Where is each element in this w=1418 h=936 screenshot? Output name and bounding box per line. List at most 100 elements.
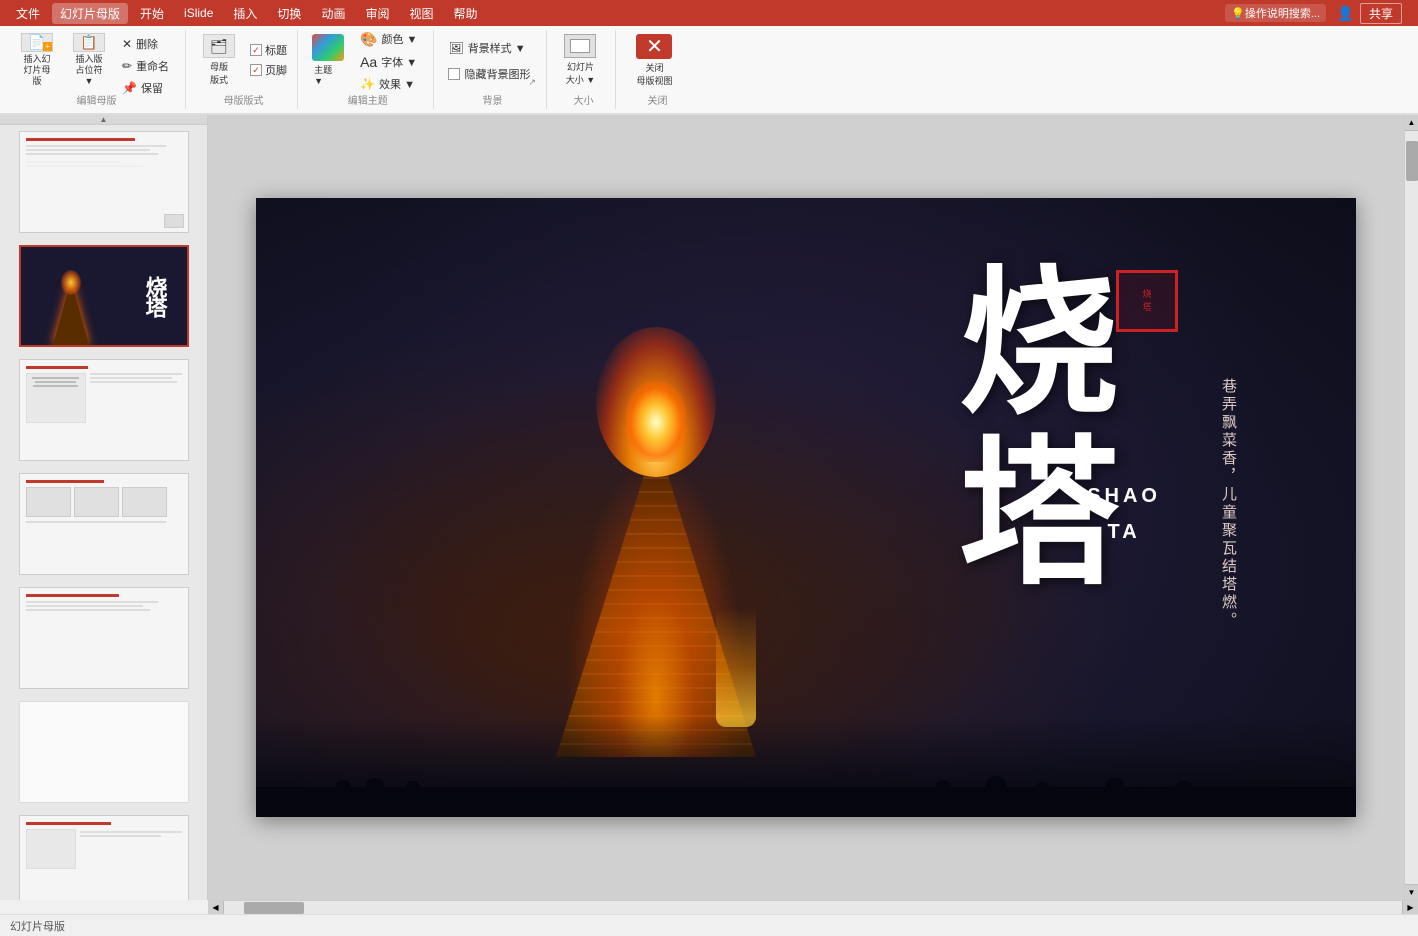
colors-label: 颜色 ▼ — [382, 31, 418, 47]
bottom-scrollbar: ◀ ▶ — [208, 900, 1418, 914]
status-text: 幻灯片母版 — [10, 918, 65, 934]
master-layout-button[interactable]: 🗂 母版版式 — [194, 30, 244, 90]
slide-master-icon: 📄 + — [21, 33, 53, 52]
menu-item-start[interactable]: 开始 — [132, 3, 172, 24]
preserve-button[interactable]: 📌 保留 — [116, 78, 175, 98]
menu-item-insert[interactable]: 插入 — [225, 3, 265, 24]
search-bar[interactable]: 💡 操作说明搜索... — [1225, 4, 1326, 22]
close-master-button[interactable]: ✕ 关闭母版视图 — [624, 30, 684, 90]
ribbon-group-edit-theme: 主题 ▼ 🎨 颜色 ▼ Aa 字体 ▼ ✨ 效果 ▼ — [302, 30, 434, 109]
main-title-chinese: 烧 塔 — [952, 258, 1096, 573]
menu-bar: 文件 幻灯片母版 开始 iSlide 插入 切换 动画 审阅 视图 帮助 💡 操… — [0, 0, 1418, 26]
ribbon-group-edit-master: 📄 + 插入幻灯片母版 📋 插入版占位符 ▼ ✕ 删除 — [8, 30, 186, 109]
rename-button[interactable]: ✏ 重命名 — [116, 56, 175, 76]
rename-icon: ✏ — [122, 59, 132, 73]
menu-item-help[interactable]: 帮助 — [445, 3, 485, 24]
fonts-button[interactable]: Aa 字体 ▼ — [354, 52, 423, 72]
slide-thumb-2[interactable]: 烧塔 — [19, 245, 189, 347]
master-layout-label: 母版版式 — [210, 60, 228, 86]
menu-item-slidemaster[interactable]: 幻灯片母版 — [52, 3, 128, 24]
scrollbar-handle[interactable] — [1406, 141, 1418, 181]
theme-label: 主题 ▼ — [314, 63, 342, 86]
hide-bg-checkbox[interactable] — [448, 68, 460, 80]
preserve-label: 保留 — [141, 80, 163, 96]
slide-thumb-5[interactable] — [19, 587, 189, 689]
menu-item-view[interactable]: 视图 — [401, 3, 441, 24]
main-area: ▲ — [0, 115, 1418, 900]
edit-master-group-label: 编辑母版 — [77, 92, 117, 107]
scrollbar-h-track — [224, 901, 1402, 914]
status-bar: 幻灯片母版 — [0, 914, 1418, 936]
share-button[interactable]: 共享 — [1360, 3, 1402, 24]
background-expand-icon[interactable]: ↗ — [528, 77, 540, 89]
footer-checkbox[interactable]: ✓ — [250, 64, 262, 76]
seal-text: 烧塔 — [1142, 288, 1151, 313]
fonts-label: 字体 ▼ — [381, 54, 417, 70]
delete-label: 删除 — [136, 36, 158, 52]
title-checkbox-label: 标题 — [265, 42, 287, 58]
menu-item-islide[interactable]: iSlide — [176, 4, 221, 22]
menu-item-transition[interactable]: 切换 — [269, 3, 309, 24]
right-light — [716, 607, 756, 727]
theme-button[interactable]: 主题 ▼ — [306, 30, 350, 90]
bg-style-button[interactable]: 🖼 背景样式 ▼ — [442, 37, 536, 59]
slide-thumb-3[interactable] — [19, 359, 189, 461]
scrollbar-h-handle[interactable] — [244, 902, 304, 914]
delete-icon: ✕ — [122, 37, 132, 51]
scrollbar-track — [1405, 131, 1418, 884]
slide-canvas[interactable]: 烧 塔 SHAO TA 烧塔 巷弄飘菜香，儿童聚瓦结塔燃。 — [256, 198, 1356, 817]
lightbulb-icon: 💡 — [1231, 7, 1245, 20]
poem-text: 巷弄飘菜香，儿童聚瓦结塔燃。 — [1214, 378, 1241, 630]
edit-theme-group-label: 编辑主题 — [348, 92, 388, 107]
ribbon: 📄 + 插入幻灯片母版 📋 插入版占位符 ▼ ✕ 删除 — [0, 26, 1418, 115]
scrollbar-right-button[interactable]: ▶ — [1402, 901, 1418, 914]
slide-thumb-4[interactable] — [19, 473, 189, 575]
slide-thumb-7[interactable] — [19, 815, 189, 900]
insert-slide-master-button[interactable]: 📄 + 插入幻灯片母版 — [12, 30, 62, 90]
panel-scroll-up[interactable]: ▲ — [0, 115, 207, 125]
menu-item-animation[interactable]: 动画 — [313, 3, 353, 24]
menu-item-review[interactable]: 审阅 — [357, 3, 397, 24]
slide-size-button[interactable]: 幻灯片大小 ▼ — [555, 30, 605, 90]
bg-style-label: 背景样式 ▼ — [468, 40, 526, 56]
subtitle-ta: TA — [1087, 514, 1161, 550]
slide-thumb-1[interactable] — [19, 131, 189, 233]
ribbon-group-master-layout: 🗂 母版版式 ✓ 标题 ✓ 页脚 母版版式 — [190, 30, 298, 109]
close-master-icon: ✕ — [636, 34, 672, 59]
ribbon-group-close: ✕ 关闭母版视图 关闭 — [620, 30, 694, 109]
title-char-shao: 烧 — [935, 258, 1113, 403]
bg-style-icon: 🖼 — [448, 41, 463, 55]
fire-center — [626, 382, 686, 462]
close-master-label: 关闭母版视图 — [636, 61, 672, 87]
size-group-label: 大小 — [573, 92, 593, 107]
menu-item-file[interactable]: 文件 — [8, 3, 48, 24]
seal-stamp: 烧塔 — [1116, 270, 1178, 332]
hide-bg-label: 隐藏背景图形 — [464, 66, 530, 82]
preserve-icon: 📌 — [122, 81, 137, 95]
fonts-icon: Aa — [360, 54, 377, 70]
insert-layout-label: 插入版占位符 ▼ — [72, 54, 106, 86]
slide-thumb-6[interactable] — [19, 701, 189, 803]
rename-label: 重命名 — [136, 58, 169, 74]
slide-panel: ▲ — [0, 115, 208, 900]
chevron-up-icon: ▲ — [100, 115, 108, 124]
layout-icon2: 🗂 — [203, 34, 235, 58]
effects-button[interactable]: ✨ 效果 ▼ — [354, 74, 423, 94]
title-checkbox[interactable]: ✓ — [250, 44, 262, 56]
effects-label: 效果 ▼ — [379, 76, 415, 92]
subtitle-shao: SHAO — [1087, 478, 1161, 514]
insert-layout-button[interactable]: 📋 插入版占位符 ▼ — [64, 30, 114, 90]
title-checkbox-row[interactable]: ✓ 标题 — [250, 42, 287, 58]
scrollbar-left-button[interactable]: ◀ — [208, 901, 224, 914]
user-icon: 👤 — [1337, 5, 1354, 22]
scrollbar-down-button[interactable]: ▼ — [1405, 884, 1418, 900]
effects-icon: ✨ — [360, 77, 375, 91]
insert-slide-master-label: 插入幻灯片母版 — [20, 54, 54, 86]
close-group-label: 关闭 — [647, 92, 667, 107]
footer-checkbox-row[interactable]: ✓ 页脚 — [250, 62, 287, 78]
hide-bg-button[interactable]: 隐藏背景图形 — [442, 63, 536, 85]
scrollbar-up-button[interactable]: ▲ — [1405, 115, 1418, 131]
colors-button[interactable]: 🎨 颜色 ▼ — [354, 29, 423, 50]
ribbon-group-size: 幻灯片大小 ▼ 大小 — [551, 30, 616, 109]
delete-button[interactable]: ✕ 删除 — [116, 34, 175, 54]
